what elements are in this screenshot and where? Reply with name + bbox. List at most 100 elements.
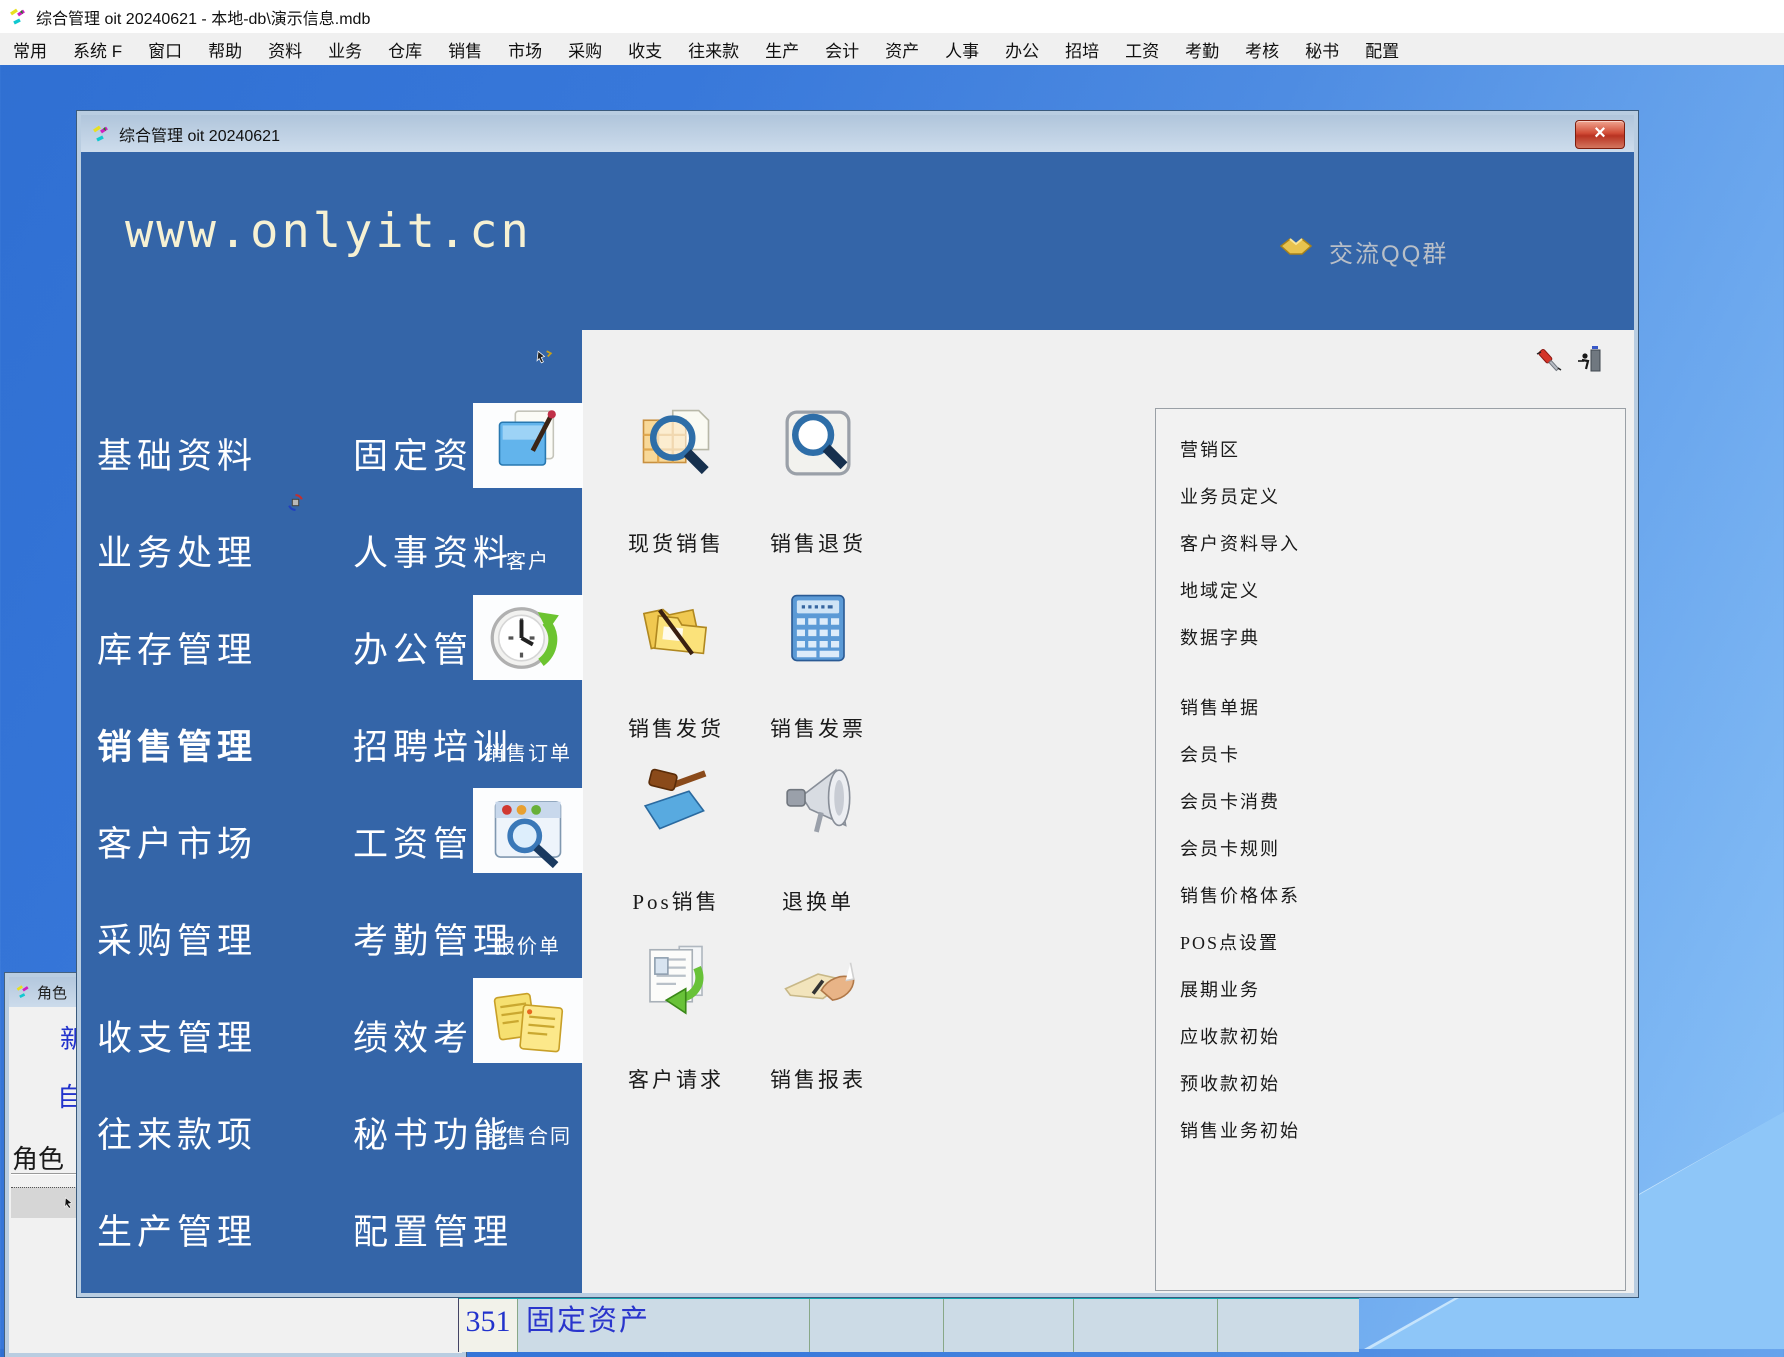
main-window-title-bar[interactable]: 综合管理 oit 20240621 × [81, 115, 1634, 152]
menu-item-xitong[interactable]: 系统 F [60, 37, 135, 62]
yellow-notes-icon [489, 982, 567, 1060]
qq-group-link[interactable]: 交流QQ群 [1329, 234, 1448, 269]
shortcut-pos-sales[interactable]: Pos销售 [601, 762, 751, 916]
shortcut-tile [473, 978, 583, 1063]
clock-arrow-icon [489, 599, 567, 677]
shortcut-label: 销售订单 [473, 737, 583, 766]
photo-album-pen-icon [490, 408, 566, 484]
shortcut-sales-invoice[interactable]: 销售发票 [743, 589, 893, 743]
menu-item-shichang[interactable]: 市场 [495, 37, 555, 62]
menu-item-renshi[interactable]: 人事 [932, 37, 992, 62]
role-window-selection-box[interactable] [11, 1187, 77, 1218]
panel-item-data-dictionary[interactable]: 数据字典 [1180, 615, 1625, 662]
app-logo-icon [15, 984, 31, 1000]
menu-item-kaohe[interactable]: 考核 [1232, 37, 1292, 62]
sidebar-item-business-process[interactable]: 业务处理 [97, 525, 257, 576]
banner: www.onlyit.cn 交流QQ群 [81, 152, 1634, 330]
shortcut-label: 报价单 [473, 930, 583, 959]
panel-item-customer-import[interactable]: 客户资料导入 [1180, 521, 1625, 568]
sidebar-item-purchasing[interactable]: 采购管理 [97, 913, 257, 964]
menu-item-cangku[interactable]: 仓库 [375, 37, 435, 62]
menu-item-chuangkou[interactable]: 窗口 [135, 37, 195, 62]
panel-item-marketing-area[interactable]: 营销区 [1180, 427, 1625, 474]
site-url-text: www.onlyit.cn [125, 204, 532, 259]
search-spreadsheet-icon [635, 404, 717, 482]
menu-item-changyong[interactable]: 常用 [0, 37, 60, 62]
sidebar-item-customer-market[interactable]: 客户市场 [97, 816, 257, 867]
shortcut-sales-report[interactable]: 销售报表 [743, 940, 893, 1094]
panel-item-card-consumption[interactable]: 会员卡消费 [1180, 779, 1625, 826]
menu-item-shouzhi[interactable]: 收支 [615, 37, 675, 62]
shortcut-label: Pos销售 [601, 886, 751, 916]
panel-item-card-rules[interactable]: 会员卡规则 [1180, 826, 1625, 873]
exit-door-icon[interactable] [1576, 344, 1606, 374]
gavel-icon [635, 762, 717, 840]
menu-item-xiaoshou[interactable]: 销售 [435, 37, 495, 62]
menu-item-wanglaikuan[interactable]: 往来款 [675, 37, 752, 62]
menu-item-zhaopei[interactable]: 招培 [1052, 37, 1112, 62]
shortcut-tile [473, 403, 583, 488]
sidebar-item-inventory[interactable]: 库存管理 [97, 622, 257, 673]
shortcut-label: 现货销售 [601, 528, 751, 558]
shortcut-return-exchange[interactable]: 退换单 [743, 762, 893, 916]
shortcut-customer[interactable]: 客户 [473, 403, 583, 488]
sidebar-item-sales-management[interactable]: 销售管理 [97, 719, 257, 770]
menu-item-gongzi[interactable]: 工资 [1112, 37, 1172, 62]
menu-item-kaoqin[interactable]: 考勤 [1172, 37, 1232, 62]
shortcut-label: 销售报表 [743, 1064, 893, 1094]
grid-cell-row-name: 固定资产 [518, 1299, 810, 1352]
megaphone-icon [777, 762, 859, 840]
menu-item-zichan[interactable]: 资产 [872, 37, 932, 62]
shortcut-label: 客户 [473, 545, 583, 574]
shortcut-sales-return[interactable]: 销售退货 [743, 404, 893, 558]
sidebar-item-configuration[interactable]: 配置管理 [353, 1204, 513, 1255]
shortcut-sales-contract[interactable]: 销售合同 [473, 978, 583, 1063]
cursor-icon [63, 1196, 77, 1210]
panel-item-receivable-init[interactable]: 应收款初始 [1180, 1014, 1625, 1061]
search-button-icon [777, 404, 859, 482]
menu-item-ziliao[interactable]: 资料 [255, 37, 315, 62]
panel-item-extension-business[interactable]: 展期业务 [1180, 967, 1625, 1014]
panel-item-membership-card[interactable]: 会员卡 [1180, 732, 1625, 779]
customize-tools-icon[interactable] [1534, 346, 1564, 376]
sidebar-item-receivables-payables[interactable]: 往来款项 [97, 1107, 257, 1158]
hand-writing-icon [777, 940, 859, 1018]
sidebar-item-income-expense[interactable]: 收支管理 [97, 1010, 257, 1061]
panel-item-price-system[interactable]: 销售价格体系 [1180, 873, 1625, 920]
menu-item-bangong[interactable]: 办公 [992, 37, 1052, 62]
grid-cell-empty [1074, 1299, 1218, 1352]
shortcut-spot-sales[interactable]: 现货销售 [601, 404, 751, 558]
menu-item-yewu[interactable]: 业务 [315, 37, 375, 62]
menu-item-peizhi[interactable]: 配置 [1352, 37, 1412, 62]
folders-pen-icon [635, 589, 717, 667]
shortcut-sales-delivery[interactable]: 销售发货 [601, 589, 751, 743]
shortcut-sales-order[interactable]: 销售订单 [473, 595, 583, 680]
menu-item-shengchan[interactable]: 生产 [752, 37, 812, 62]
grid-cell-empty [944, 1299, 1074, 1352]
panel-item-prepaid-init[interactable]: 预收款初始 [1180, 1061, 1625, 1108]
close-button[interactable]: × [1575, 120, 1625, 149]
sidebar-item-production[interactable]: 生产管理 [97, 1204, 257, 1255]
shortcut-quotation[interactable]: 报价单 [473, 788, 583, 873]
menu-item-kuaiji[interactable]: 会计 [812, 37, 872, 62]
shortcut-label: 销售退货 [743, 528, 893, 558]
sidebar-item-base-data[interactable]: 基础资料 [97, 428, 257, 479]
grid-cell-empty [1218, 1299, 1359, 1352]
shortcut-customer-request[interactable]: 客户请求 [601, 940, 751, 1094]
handshake-icon [1279, 232, 1313, 260]
panel-group-gap [1156, 662, 1625, 685]
background-data-grid-row[interactable]: 351 固定资产 [458, 1296, 1359, 1352]
role-window-label: 角色 [12, 1139, 64, 1176]
menu-item-mishu[interactable]: 秘书 [1292, 37, 1352, 62]
panel-item-sales-documents[interactable]: 销售单据 [1180, 685, 1625, 732]
calculator-icon [777, 589, 859, 667]
panel-item-sales-business-init[interactable]: 销售业务初始 [1180, 1108, 1625, 1155]
panel-item-region-definition[interactable]: 地域定义 [1180, 568, 1625, 615]
main-menu-bar: 常用 系统 F 窗口 帮助 资料 业务 仓库 销售 市场 采购 收支 往来款 生… [0, 33, 1784, 65]
panel-item-pos-settings[interactable]: POS点设置 [1180, 920, 1625, 967]
window-title: 综合管理 oit 20240621 - 本地-db\演示信息.mdb [36, 5, 370, 29]
menu-item-caigou[interactable]: 采购 [555, 37, 615, 62]
panel-item-salesman-definition[interactable]: 业务员定义 [1180, 474, 1625, 521]
busy-cursor-icon [536, 348, 553, 365]
menu-item-bangzhu[interactable]: 帮助 [195, 37, 255, 62]
